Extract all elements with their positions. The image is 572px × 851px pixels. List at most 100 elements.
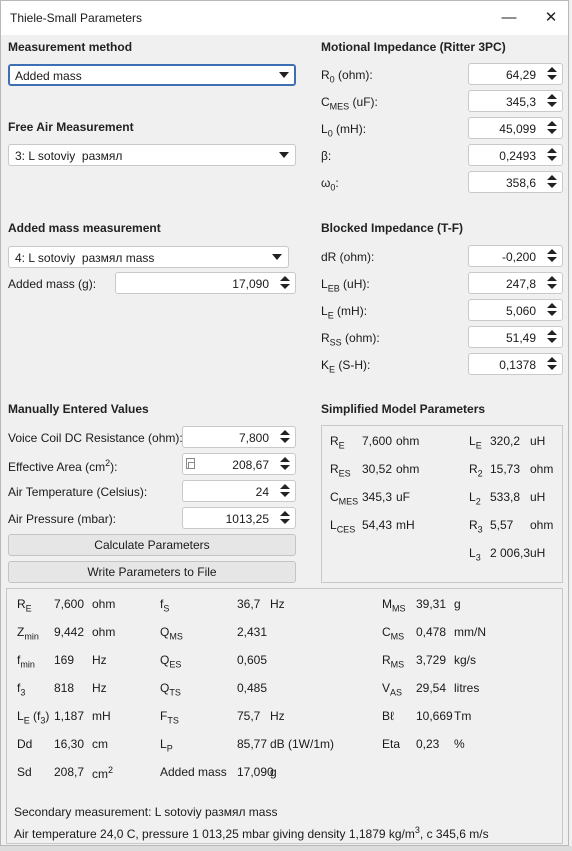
result-col3-unit-5: % xyxy=(454,737,465,751)
free-air-value: 3: L sotoviy размял xyxy=(15,149,123,163)
result-col1-value-5: 16,30 xyxy=(54,737,85,751)
spinner-arrows-icon[interactable] xyxy=(279,511,291,525)
result-col1-value-3: 818 xyxy=(54,681,75,695)
added-mass-label: Added mass (g): xyxy=(8,277,97,291)
simplified-panel: RE 7,600 ohm RES 30,52 ohm CMES 345,3 uF LCES 54,4… xyxy=(321,425,563,583)
result-col1-symbol-2: fmin xyxy=(17,653,35,670)
result-col2-symbol-0: fS xyxy=(160,597,170,614)
chevron-down-icon xyxy=(279,152,289,158)
air-density-text: Air temperature 24,0 C, pressure 1 013,2… xyxy=(14,825,489,841)
result-col3-value-3: 29,54 xyxy=(416,681,447,695)
result-col2-value-5: 85,77 xyxy=(237,737,268,751)
chevron-down-icon xyxy=(272,254,282,260)
result-col2-unit-5: dB (1W/1m) xyxy=(270,737,335,751)
blocked-input-3[interactable]: 51,49 xyxy=(468,326,563,348)
minimize-icon[interactable]: — xyxy=(489,5,529,31)
blocked-input-1[interactable]: 247,8 xyxy=(468,272,563,294)
motional-label-3: β: xyxy=(321,149,332,163)
result-col1-symbol-0: RE xyxy=(17,597,32,614)
motional-input-3[interactable]: 0,2493 xyxy=(468,144,563,166)
spinner-arrows-icon[interactable] xyxy=(546,330,558,344)
simplified-right-symbol-3: R3 xyxy=(469,518,483,535)
simplified-left-symbol-1: RES xyxy=(330,462,351,479)
result-col2-unit-4: Hz xyxy=(270,709,285,723)
added-mass-input[interactable]: 17,090 xyxy=(115,272,296,294)
calculate-button[interactable]: Calculate Parameters xyxy=(8,534,296,556)
blocked-label-0: dR (ohm): xyxy=(321,250,375,264)
effective-area-value: 208,67 xyxy=(232,458,269,472)
blocked-input-2[interactable]: 5,060 xyxy=(468,299,563,321)
motional-input-1[interactable]: 345,3 xyxy=(468,90,563,112)
result-col3-unit-2: kg/s xyxy=(454,653,477,667)
blocked-value-1: 247,8 xyxy=(505,277,536,291)
simplified-left-symbol-0: RE xyxy=(330,434,345,451)
spinner-arrows-icon[interactable] xyxy=(546,357,558,371)
result-col3-value-2: 3,729 xyxy=(416,653,447,667)
motional-value-3: 0,2493 xyxy=(499,149,536,163)
motional-input-0[interactable]: 64,29 xyxy=(468,63,563,85)
background-strip xyxy=(0,846,572,851)
motional-input-2[interactable]: 45,099 xyxy=(468,117,563,139)
result-col1-symbol-6: Sd xyxy=(17,765,32,779)
simplified-heading: Simplified Model Parameters xyxy=(321,402,486,416)
secondary-measurement-text: Secondary measurement: L sotoviy размял … xyxy=(14,805,278,819)
spinner-arrows-icon[interactable] xyxy=(546,249,558,263)
result-col3-unit-3: litres xyxy=(454,681,480,695)
motional-input-4[interactable]: 358,6 xyxy=(468,171,563,193)
vc-resistance-value: 7,800 xyxy=(238,431,269,445)
blocked-label-3: RSS (ohm): xyxy=(321,331,380,348)
simplified-left-value-2: 345,3 xyxy=(362,490,393,504)
added-mass-select[interactable]: 4: L sotoviy размял mass xyxy=(8,246,289,268)
result-col2-value-2: 0,605 xyxy=(237,653,268,667)
simplified-left-unit-3: mH xyxy=(396,518,415,532)
simplified-right-symbol-1: R2 xyxy=(469,462,483,479)
measurement-method-heading: Measurement method xyxy=(8,40,133,54)
result-col2-symbol-4: FTS xyxy=(160,709,179,726)
chevron-down-icon xyxy=(279,72,289,78)
blocked-value-3: 51,49 xyxy=(505,331,536,345)
close-icon[interactable]: ✕ xyxy=(531,5,571,31)
blocked-input-0[interactable]: -0,200 xyxy=(468,245,563,267)
result-col3-symbol-1: CMS xyxy=(382,625,405,642)
simplified-right-value-3: 5,57 xyxy=(490,518,514,532)
simplified-right-symbol-2: L2 xyxy=(469,490,481,507)
effective-area-input[interactable]: 208,67 xyxy=(182,453,296,475)
free-air-select[interactable]: 3: L sotoviy размял xyxy=(8,144,296,166)
simplified-right-unit-3: ohm xyxy=(530,518,554,532)
air-pressure-value: 1013,25 xyxy=(225,512,269,526)
vc-resistance-input[interactable]: 7,800 xyxy=(182,426,296,448)
result-col2-symbol-1: QMS xyxy=(160,625,183,642)
spinner-arrows-icon[interactable] xyxy=(546,276,558,290)
measurement-method-select[interactable]: Added mass xyxy=(8,64,296,86)
spinner-arrows-icon[interactable] xyxy=(279,430,291,444)
spinner-arrows-icon[interactable] xyxy=(279,276,291,290)
result-col1-value-4: 1,187 xyxy=(54,709,85,723)
air-pressure-input[interactable]: 1013,25 xyxy=(182,507,296,529)
result-col3-value-5: 0,23 xyxy=(416,737,440,751)
blocked-input-4[interactable]: 0,1378 xyxy=(468,353,563,375)
spinner-arrows-icon[interactable] xyxy=(546,67,558,81)
result-col2-symbol-3: QTS xyxy=(160,681,181,698)
result-col3-unit-0: g xyxy=(454,597,461,611)
motional-value-1: 345,3 xyxy=(505,95,536,109)
spinner-arrows-icon[interactable] xyxy=(546,303,558,317)
simplified-right-unit-1: ohm xyxy=(530,462,554,476)
result-col1-symbol-4: LE (f3) xyxy=(17,709,50,726)
spinner-arrows-icon[interactable] xyxy=(279,457,291,471)
spinner-arrows-icon[interactable] xyxy=(279,484,291,498)
air-temp-input[interactable]: 24 xyxy=(182,480,296,502)
result-col1-unit-1: ohm xyxy=(92,625,116,639)
result-col2-unit-0: Hz xyxy=(270,597,285,611)
simplified-left-value-1: 30,52 xyxy=(362,462,393,476)
motional-heading: Motional Impedance (Ritter 3PC) xyxy=(321,40,506,54)
calculator-icon[interactable] xyxy=(186,458,195,469)
result-col3-unit-4: Tm xyxy=(454,709,472,723)
spinner-arrows-icon[interactable] xyxy=(546,121,558,135)
spinner-arrows-icon[interactable] xyxy=(546,148,558,162)
motional-label-1: CMES (uF): xyxy=(321,95,378,112)
spinner-arrows-icon[interactable] xyxy=(546,175,558,189)
simplified-left-value-3: 54,43 xyxy=(362,518,393,532)
blocked-value-2: 5,060 xyxy=(505,304,536,318)
spinner-arrows-icon[interactable] xyxy=(546,94,558,108)
write-file-button[interactable]: Write Parameters to File xyxy=(8,561,296,583)
